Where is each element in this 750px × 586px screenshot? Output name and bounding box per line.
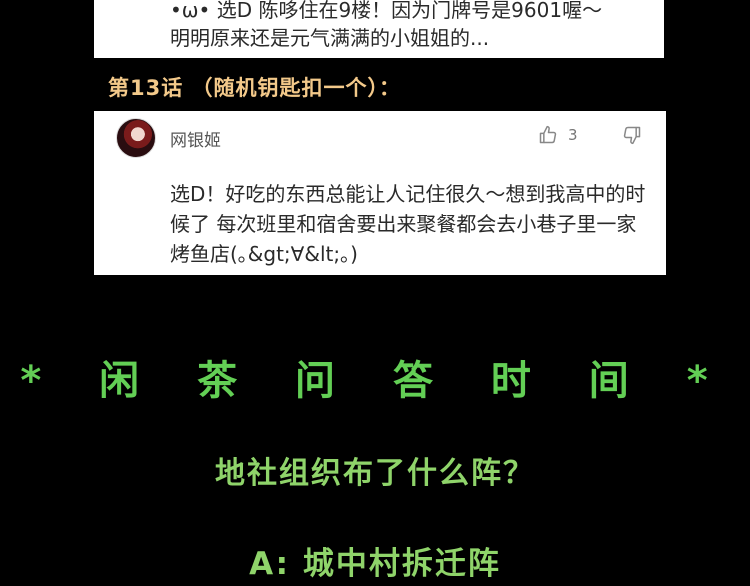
like-button[interactable]: 3 xyxy=(538,125,578,145)
comic-page: •ω• 选D 陈哆住在9楼！因为门牌号是9601喔～ 明明原来还是元气满满的小姐… xyxy=(0,0,750,586)
section-title: * 闲 茶 问 答 时 间 * xyxy=(20,358,730,404)
dislike-button[interactable] xyxy=(622,125,642,145)
quiz-answer: A: 城中村拆迁阵 xyxy=(249,546,501,582)
comment-username[interactable]: 网银姬 xyxy=(170,126,221,151)
previous-comment-card: •ω• 选D 陈哆住在9楼！因为门牌号是9601喔～ 明明原来还是元气满满的小姐… xyxy=(94,0,664,58)
previous-comment-line-1: •ω• 选D 陈哆住在9楼！因为门牌号是9601喔～ xyxy=(170,0,603,22)
previous-comment-line-2: 明明原来还是元气满满的小姐姐的... xyxy=(170,26,490,50)
like-count: 3 xyxy=(568,126,578,144)
thumbs-down-icon xyxy=(622,125,642,145)
avatar-icon[interactable] xyxy=(116,118,156,158)
thumbs-up-icon xyxy=(538,125,558,145)
chapter-heading: 第13话 （随机钥匙扣一个）： xyxy=(108,76,402,100)
comment-card: 网银姬 3 选D！好吃的东西总能让人记住很久～想到我高中的时候了 每次班里和宿舍… xyxy=(94,111,666,275)
quiz-question: 地社组织布了什么阵？ xyxy=(215,456,535,491)
comment-text: 选D！好吃的东西总能让人记住很久～想到我高中的时候了 每次班里和宿舍要出来聚餐都… xyxy=(170,182,646,266)
